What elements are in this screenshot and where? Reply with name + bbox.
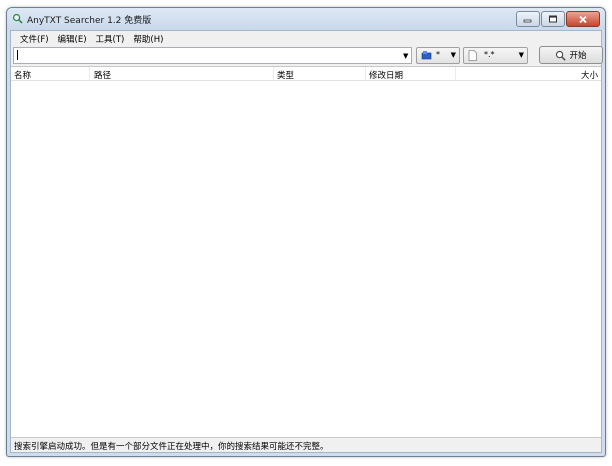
maximize-button[interactable]	[541, 11, 565, 27]
client-area: 文件(F) 编辑(E) 工具(T) 帮助(H) ▼ * ▼ *.* ▼ 开始 名…	[10, 30, 603, 453]
column-divider[interactable]	[455, 67, 456, 80]
column-header-type[interactable]: 类型	[277, 69, 294, 81]
column-divider[interactable]	[273, 67, 274, 80]
magnifier-icon	[556, 50, 567, 61]
chevron-down-icon: ▼	[518, 51, 524, 59]
close-icon	[579, 15, 587, 23]
filetype-filter-dropdown[interactable]: *.* ▼	[463, 47, 528, 64]
app-magnifier-icon	[12, 13, 23, 24]
close-button[interactable]	[566, 11, 600, 27]
status-text: 搜索引擎启动成功。但是有一个部分文件正在处理中，你的搜索结果可能还不完整。	[14, 442, 329, 452]
menu-edit[interactable]: 编辑(E)	[54, 31, 92, 45]
column-header-name[interactable]: 名称	[14, 69, 31, 81]
results-header: 名称 路径 类型 修改日期 大小	[11, 67, 601, 81]
menu-help[interactable]: 帮助(H)	[129, 31, 168, 45]
window-controls	[516, 11, 600, 27]
search-input[interactable]: ▼	[13, 47, 412, 64]
file-icon	[468, 50, 477, 61]
location-filter-dropdown[interactable]: * ▼	[416, 47, 460, 64]
maximize-icon	[549, 15, 557, 23]
minimize-button[interactable]	[516, 11, 540, 27]
text-caret	[17, 50, 18, 60]
column-header-path[interactable]: 路径	[94, 69, 111, 81]
window-title: AnyTXT Searcher 1.2 免费版	[27, 16, 152, 26]
drive-icon	[421, 51, 432, 60]
title-bar[interactable]: AnyTXT Searcher 1.2 免费版	[7, 8, 605, 30]
location-filter-value: *	[436, 50, 440, 59]
app-window: AnyTXT Searcher 1.2 免费版 文件(F) 编辑(E) 工具(T…	[6, 7, 606, 457]
column-header-size[interactable]: 大小	[581, 69, 598, 81]
column-divider[interactable]	[365, 67, 366, 80]
menu-file[interactable]: 文件(F)	[16, 31, 54, 45]
menu-bar: 文件(F) 编辑(E) 工具(T) 帮助(H)	[11, 31, 601, 45]
column-divider[interactable]	[89, 67, 90, 80]
column-header-modified[interactable]: 修改日期	[369, 69, 403, 81]
toolbar: ▼ * ▼ *.* ▼ 开始	[11, 46, 603, 64]
status-bar: 搜索引擎启动成功。但是有一个部分文件正在处理中，你的搜索结果可能还不完整。	[11, 437, 601, 452]
start-search-button[interactable]: 开始	[539, 46, 603, 64]
filetype-filter-value: *.*	[484, 50, 495, 59]
start-button-label: 开始	[569, 51, 587, 61]
results-list[interactable]: 名称 路径 类型 修改日期 大小	[11, 66, 601, 437]
chevron-down-icon: ▼	[450, 51, 456, 59]
chevron-down-icon[interactable]: ▼	[403, 52, 408, 60]
minimize-icon	[523, 19, 532, 23]
menu-tools[interactable]: 工具(T)	[92, 31, 130, 45]
